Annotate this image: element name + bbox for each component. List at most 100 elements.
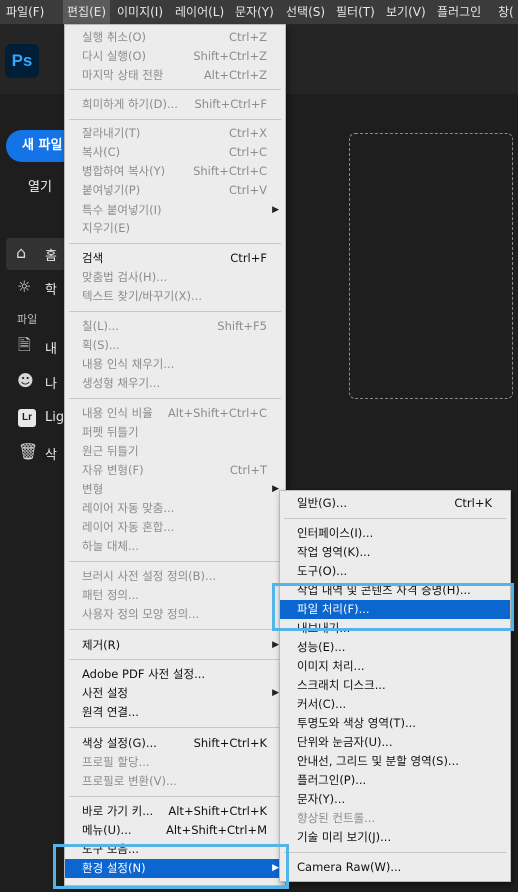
menu-item-label: 실행 취소(O) <box>82 30 146 44</box>
pref-item-enhanced-controls[interactable]: 향상된 컨트롤... <box>280 809 510 828</box>
menu-item-keyboard-shortcuts[interactable]: 바로 가기 키... Alt+Shift+Ctrl+K <box>65 802 285 821</box>
menu-item-assign-profile[interactable]: 프로필 할당... <box>65 753 285 772</box>
menu-item-content-aware-fill[interactable]: 내용 인식 채우기... <box>65 355 285 374</box>
menu-item-generative-fill[interactable]: 생성형 채우기... <box>65 374 285 393</box>
menu-item-perspective-warp[interactable]: 원근 뒤틀기 <box>65 442 285 461</box>
pref-item-type[interactable]: 문자(Y)... <box>280 790 510 809</box>
menu-item-label: Adobe PDF 사전 설정... <box>82 667 206 681</box>
pref-item-performance[interactable]: 성능(E)... <box>280 638 510 657</box>
menu-item-adobe-pdf-presets[interactable]: Adobe PDF 사전 설정... <box>65 665 285 684</box>
menu-item-label: 희미하게 하기(D)... <box>82 97 178 111</box>
menu-window[interactable]: 창( <box>494 0 518 24</box>
menu-item-redo[interactable]: 다시 실행(O) Shift+Ctrl+Z <box>65 47 285 66</box>
menu-item-transform[interactable]: 변형 ▶ <box>65 480 285 499</box>
pref-item-workspace[interactable]: 작업 영역(K)... <box>280 543 510 562</box>
pref-item-technology-previews[interactable]: 기술 미리 보기(J)... <box>280 828 510 847</box>
sidebar-item-shared-label[interactable]: 나 <box>45 373 57 392</box>
menu-item-remote-connections[interactable]: 원격 연결... <box>65 703 285 722</box>
menu-item-copy[interactable]: 복사(C) Ctrl+C <box>65 143 285 162</box>
menu-item-label: 지우기(E) <box>82 221 130 235</box>
menu-layer[interactable]: 레이어(L) <box>171 0 228 24</box>
menu-view[interactable]: 보기(V) <box>382 0 430 24</box>
menu-item-stroke[interactable]: 획(S)... <box>65 336 285 355</box>
menu-item-check-spelling[interactable]: 맞춤법 검사(H)... <box>65 268 285 287</box>
menu-item-paste-special[interactable]: 특수 붙여넣기(I) ▶ <box>65 201 285 220</box>
menu-item-shortcut: Alt+Shift+Ctrl+C <box>167 406 267 420</box>
menu-type[interactable]: 문자(Y) <box>231 0 278 24</box>
menu-item-label: 맞춤법 검사(H)... <box>82 270 168 284</box>
menu-item-label: 다시 실행(O) <box>82 49 146 63</box>
pref-item-image-processing[interactable]: 이미지 처리... <box>280 657 510 676</box>
pref-item-plugins[interactable]: 플러그인(P)... <box>280 771 510 790</box>
menu-filter[interactable]: 필터(T) <box>332 0 379 24</box>
edit-menu: 실행 취소(O) Ctrl+Z 다시 실행(O) Shift+Ctrl+Z 마지막 … <box>64 24 286 886</box>
menu-item-copy-merged[interactable]: 병합하여 복사(Y) Shift+Ctrl+C <box>65 162 285 181</box>
sidebar-item-lightroom-label[interactable]: Lig <box>45 410 64 425</box>
menu-item-shortcut: Shift+Ctrl+C <box>193 164 267 178</box>
menu-item-shortcut: Ctrl+C <box>228 145 267 159</box>
submenu-arrow-icon: ▶ <box>272 640 279 650</box>
sidebar-item-files-label[interactable]: 내 <box>45 338 57 357</box>
drop-zone[interactable] <box>349 133 513 399</box>
menu-item-puppet-warp[interactable]: 퍼펫 뒤틀기 <box>65 423 285 442</box>
document-icon: 🗎 <box>18 335 31 354</box>
menu-item-clear[interactable]: 지우기(E) <box>65 219 285 238</box>
menu-item-label: 생성형 채우기... <box>82 376 161 390</box>
pref-item-camera-raw[interactable]: Camera Raw(W)... <box>280 858 510 877</box>
menu-select[interactable]: 선택(S) <box>282 0 329 24</box>
menu-item-label: 스크래치 디스크... <box>297 678 386 692</box>
submenu-arrow-icon: ▶ <box>272 484 279 494</box>
menu-item-label: 단위와 눈금자(U)... <box>297 735 393 749</box>
pref-item-interface[interactable]: 인터페이스(I)... <box>280 524 510 543</box>
menu-item-fill[interactable]: 칠(L)... Shift+F5 <box>65 317 285 336</box>
menu-item-label: 사용자 정의 모양 정의... <box>82 607 200 621</box>
shared-user-icon: ☻ <box>17 371 34 390</box>
sidebar-item-deleted-label[interactable]: 삭 <box>45 444 57 463</box>
pref-item-units-rulers[interactable]: 단위와 눈금자(U)... <box>280 733 510 752</box>
menu-item-fade[interactable]: 희미하게 하기(D)... Shift+Ctrl+F <box>65 95 285 114</box>
menu-item-menus[interactable]: 메뉴(U)... Alt+Shift+Ctrl+M <box>65 821 285 840</box>
menu-item-label: 마지막 상태 전환 <box>82 68 164 82</box>
menu-item-label: 커서(C)... <box>297 697 347 711</box>
pref-item-general[interactable]: 일반(G)... Ctrl+K <box>280 494 510 513</box>
menu-item-auto-blend-layers[interactable]: 레이어 자동 혼합... <box>65 518 285 537</box>
menu-item-undo[interactable]: 실행 취소(O) Ctrl+Z <box>65 28 285 47</box>
menu-item-toggle-last-state[interactable]: 마지막 상태 전환 Alt+Ctrl+Z <box>65 66 285 85</box>
menu-image[interactable]: 이미지(I) <box>113 0 167 24</box>
menu-edit[interactable]: 편집(E) <box>63 0 111 24</box>
menu-item-define-brush[interactable]: 브러시 사전 설정 정의(B)... <box>65 567 285 586</box>
pref-item-transparency-gamut[interactable]: 투명도와 색상 영역(T)... <box>280 714 510 733</box>
menu-item-label: 도구(O)... <box>297 564 348 578</box>
menu-item-label: 문자(Y)... <box>297 792 346 806</box>
photoshop-logo: Ps <box>5 44 39 78</box>
menu-item-purge[interactable]: 제거(R) ▶ <box>65 636 285 655</box>
menu-item-define-pattern[interactable]: 패턴 정의... <box>65 586 285 605</box>
pref-item-guides-grid-slices[interactable]: 안내선, 그리드 및 분할 영역(S)... <box>280 752 510 771</box>
menu-item-define-custom-shape[interactable]: 사용자 정의 모양 정의... <box>65 605 285 624</box>
pref-item-scratch-disks[interactable]: 스크래치 디스크... <box>280 676 510 695</box>
sidebar-section-files: 파일 <box>17 313 38 326</box>
menu-item-paste[interactable]: 붙여넣기(P) Ctrl+V <box>65 181 285 200</box>
menu-separator <box>284 518 506 519</box>
menu-plugins[interactable]: 플러그인 <box>433 0 485 24</box>
menu-file[interactable]: 파일(F) <box>2 0 48 24</box>
menu-item-auto-align-layers[interactable]: 레이어 자동 맞춤... <box>65 499 285 518</box>
menu-item-shortcut: Alt+Shift+Ctrl+M <box>165 823 267 837</box>
pref-item-tools[interactable]: 도구(O)... <box>280 562 510 581</box>
menu-item-shortcut: Shift+Ctrl+Z <box>193 49 267 63</box>
menu-item-free-transform[interactable]: 자유 변형(F) Ctrl+T <box>65 461 285 480</box>
menu-item-label: 획(S)... <box>82 338 120 352</box>
menu-item-content-aware-scale[interactable]: 내용 인식 비율 Alt+Shift+Ctrl+C <box>65 404 285 423</box>
pref-item-cursors[interactable]: 커서(C)... <box>280 695 510 714</box>
menu-item-color-settings[interactable]: 색상 설정(G)... Shift+Ctrl+K <box>65 734 285 753</box>
open-button[interactable]: 열기 <box>28 176 52 195</box>
menu-item-convert-to-profile[interactable]: 프로필로 변환(V)... <box>65 772 285 791</box>
menu-item-find-replace[interactable]: 텍스트 찾기/바꾸기(X)... <box>65 287 285 306</box>
menu-item-label: 메뉴(U)... <box>82 823 132 837</box>
menu-item-sky-replacement[interactable]: 하늘 대체... <box>65 537 285 556</box>
menu-item-search[interactable]: 검색 Ctrl+F <box>65 249 285 268</box>
sidebar-item-learn-label[interactable]: 학 <box>45 279 57 298</box>
menu-item-presets[interactable]: 사전 설정 ▶ <box>65 684 285 703</box>
menu-item-shortcut: Ctrl+X <box>229 126 267 140</box>
menu-item-cut[interactable]: 잘라내기(T) Ctrl+X <box>65 124 285 143</box>
